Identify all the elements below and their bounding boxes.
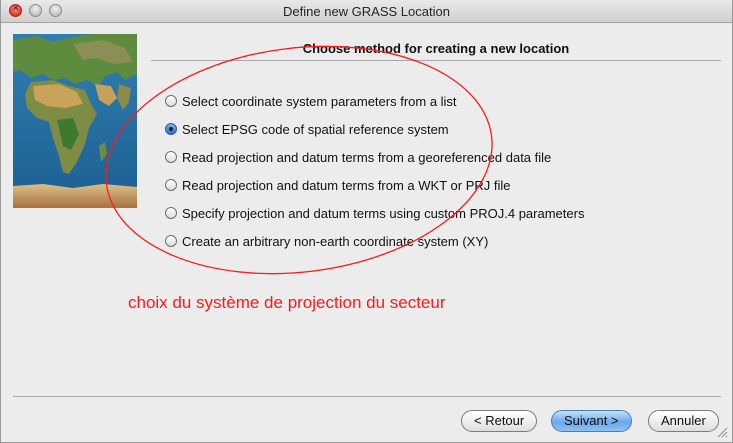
bottom-divider — [13, 396, 721, 397]
resize-grip-icon[interactable] — [716, 426, 728, 438]
cancel-button[interactable]: Annuler — [648, 410, 719, 432]
annotation-ellipse — [105, 45, 493, 275]
annotation-text: choix du système de projection du secteu… — [128, 293, 446, 312]
wizard-window: Define new GRASS Location — [0, 0, 733, 443]
next-button[interactable]: Suivant > — [551, 410, 632, 432]
back-button[interactable]: < Retour — [461, 410, 538, 432]
